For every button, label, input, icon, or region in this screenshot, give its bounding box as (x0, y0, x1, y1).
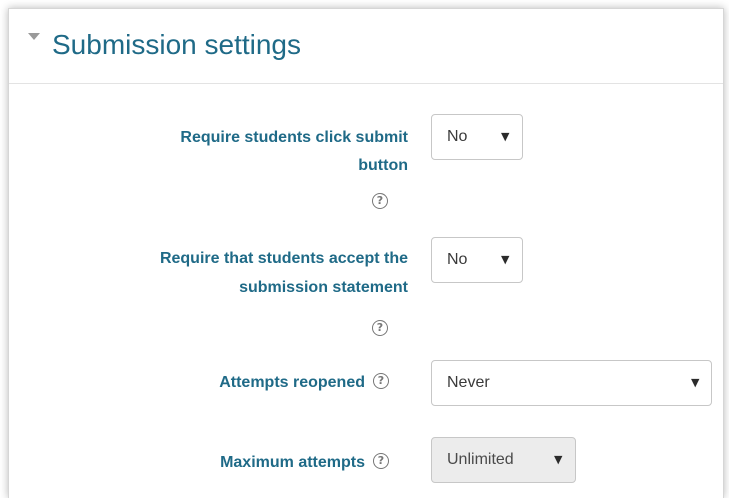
chevron-down-icon: ▼ (691, 376, 700, 389)
maximum-attempts-label: Maximum attempts (220, 454, 365, 471)
select-value: No (447, 251, 468, 268)
collapse-caret-icon[interactable] (28, 33, 40, 40)
section-header[interactable]: Submission settings (9, 9, 723, 84)
help-icon[interactable]: ? (372, 320, 388, 336)
attempts-reopened-label: Attempts reopened (219, 374, 365, 391)
help-icon[interactable]: ? (373, 453, 389, 469)
accept-statement-select[interactable]: No ▼ (431, 237, 523, 283)
attempts-reopened-select[interactable]: Never ▼ (431, 360, 712, 406)
section-title: Submission settings (52, 29, 302, 60)
select-value: No (447, 128, 468, 145)
help-icon[interactable]: ? (373, 373, 389, 389)
chevron-down-icon: ▼ (554, 453, 563, 466)
help-icon[interactable]: ? (372, 193, 388, 209)
require-submit-select[interactable]: No ▼ (431, 114, 523, 160)
chevron-down-icon: ▼ (501, 253, 510, 266)
maximum-attempts-select: Unlimited ▼ (431, 437, 576, 483)
require-submit-label-line1: Require students click submit (180, 129, 408, 146)
select-value: Never (447, 374, 490, 391)
chevron-down-icon: ▼ (501, 130, 510, 143)
accept-statement-label-line1: Require that students accept the (159, 250, 408, 267)
select-value: Unlimited (447, 451, 514, 468)
submission-settings-panel: Submission settings Require students cli… (8, 8, 724, 498)
require-submit-label-line2: button (358, 157, 408, 174)
accept-statement-label-line2: submission statement (239, 279, 408, 296)
